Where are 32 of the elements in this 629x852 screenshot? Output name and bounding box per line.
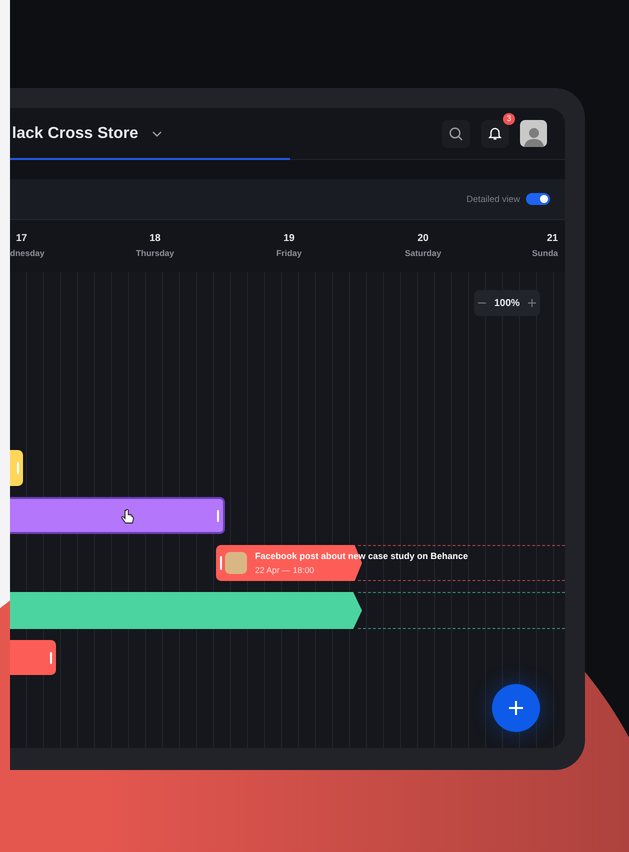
weekday-label: Thursday xyxy=(136,248,174,258)
zoom-value: 100% xyxy=(494,298,520,308)
resize-handle[interactable] xyxy=(50,652,52,664)
weekday-label: Sunda xyxy=(532,248,558,258)
weekday-label: Saturday xyxy=(404,248,442,258)
detailed-view-toggle[interactable] xyxy=(526,193,550,205)
toggle-label: Detailed view xyxy=(466,194,520,204)
chevron-down-icon[interactable] xyxy=(152,130,162,136)
notifications-button[interactable] xyxy=(481,120,509,148)
search-button[interactable] xyxy=(442,120,470,148)
weekday-label: dnesday xyxy=(10,248,44,258)
avatar-placeholder[interactable] xyxy=(520,120,547,147)
resize-handle[interactable] xyxy=(217,510,219,522)
photo-placeholder xyxy=(225,552,247,574)
plus-icon xyxy=(509,701,523,715)
add-button[interactable] xyxy=(492,684,540,732)
resize-handle[interactable] xyxy=(220,556,222,570)
notification-badge: 3 xyxy=(503,112,515,124)
day-number: 20 xyxy=(417,233,429,244)
resize-handle[interactable] xyxy=(17,462,19,474)
bell-icon xyxy=(488,126,502,141)
hand-cursor-icon xyxy=(121,509,135,525)
day-number: 17 xyxy=(16,233,28,244)
store-title[interactable]: lack Cross Store xyxy=(12,124,138,142)
timeline-bar[interactable] xyxy=(10,450,23,486)
plus-icon[interactable] xyxy=(528,299,536,307)
day-number: 21 xyxy=(546,233,558,244)
search-icon xyxy=(449,126,463,140)
day-number: 18 xyxy=(149,233,161,244)
day-number: 19 xyxy=(283,233,295,244)
event-time: 22 Apr — 18:00 xyxy=(255,565,316,575)
weekday-label: Friday xyxy=(276,248,302,258)
